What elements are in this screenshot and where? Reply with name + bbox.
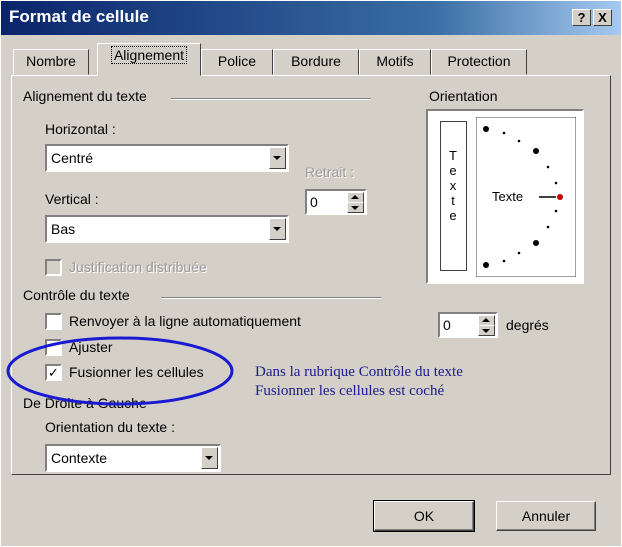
annotation-text: Dans la rubrique Contrôle du texte Fusio… — [255, 363, 463, 401]
title-bar[interactable]: Format de cellule ? X — [1, 1, 621, 35]
horizontal-select-value: Centré — [51, 150, 94, 166]
dialog-title: Format de cellule — [9, 7, 149, 26]
wrap-text-checkbox[interactable] — [45, 313, 62, 330]
annotation-ellipse — [6, 336, 234, 406]
dial-dot — [502, 259, 506, 263]
dial-dot — [533, 148, 539, 154]
tab-protection[interactable]: Protection — [431, 49, 527, 75]
tab-alignement[interactable]: Alignement — [97, 43, 201, 76]
dial-dot — [546, 225, 550, 229]
indent-value: 0 — [310, 194, 318, 210]
vertical-select[interactable]: Bas — [45, 215, 289, 243]
degrees-value: 0 — [443, 317, 451, 333]
dial-dot — [554, 181, 558, 185]
help-button[interactable]: ? — [572, 9, 591, 26]
horizontal-label: Horizontal : — [45, 121, 116, 137]
format-cells-dialog: Format de cellule ? X Nombre Alignement … — [0, 0, 622, 547]
chevron-down-icon[interactable] — [269, 147, 286, 169]
tab-bordure[interactable]: Bordure — [273, 49, 359, 75]
group-divider — [161, 297, 381, 299]
direction-label: Orientation du texte : — [45, 419, 175, 435]
indent-spinner[interactable]: 0 — [305, 189, 367, 215]
ok-button[interactable]: OK — [373, 500, 475, 532]
group-label-orientation: Orientation — [429, 88, 498, 104]
tab-police[interactable]: Police — [201, 49, 273, 75]
indent-label: Retrait : — [305, 164, 355, 180]
vertical-label: Vertical : — [45, 191, 99, 207]
dial-dot — [546, 165, 550, 169]
chevron-down-icon[interactable] — [269, 218, 286, 240]
vertical-select-value: Bas — [51, 221, 76, 237]
degrees-spinner[interactable]: 0 — [438, 312, 498, 338]
dial-handle — [557, 194, 563, 200]
group-divider — [171, 98, 371, 100]
direction-select[interactable]: Contexte — [45, 444, 221, 472]
dial-dot — [554, 209, 558, 213]
dial-dot — [483, 126, 489, 132]
spin-down-icon[interactable] — [478, 325, 495, 336]
group-label-text-control: Contrôle du texte — [23, 287, 130, 303]
direction-select-value: Contexte — [51, 450, 108, 466]
dial-dot — [517, 251, 521, 255]
tab-motifs[interactable]: Motifs — [359, 49, 431, 75]
vertical-text-button[interactable]: Texte — [440, 121, 467, 271]
dial-dot — [502, 131, 506, 135]
wrap-text-label: Renvoyer à la ligne automatiquement — [69, 313, 301, 329]
close-button[interactable]: X — [593, 9, 612, 26]
annotation-line-1: Dans la rubrique Contrôle du texte — [255, 364, 463, 380]
orientation-dial[interactable] — [476, 117, 576, 277]
dial-dot — [483, 262, 489, 268]
orientation-box: Texte Texte — [426, 109, 584, 284]
dial-text: Texte — [492, 189, 524, 204]
cancel-button[interactable]: Annuler — [496, 501, 596, 531]
horizontal-select[interactable]: Centré — [45, 144, 289, 172]
distributed-checkbox[interactable] — [45, 259, 62, 276]
dial-dot — [517, 139, 521, 143]
spin-down-icon[interactable] — [347, 202, 364, 213]
dial-dot — [533, 240, 539, 246]
distributed-label: Justification distribuée — [69, 259, 207, 275]
group-label-alignment: Alignement du texte — [23, 88, 147, 104]
chevron-down-icon[interactable] — [201, 447, 218, 469]
vertical-text: Texte — [449, 148, 457, 223]
annotation-line-2: Fusionner les cellules est coché — [255, 383, 445, 399]
degrees-label: degrés — [506, 317, 549, 333]
tab-nombre[interactable]: Nombre — [13, 49, 89, 75]
